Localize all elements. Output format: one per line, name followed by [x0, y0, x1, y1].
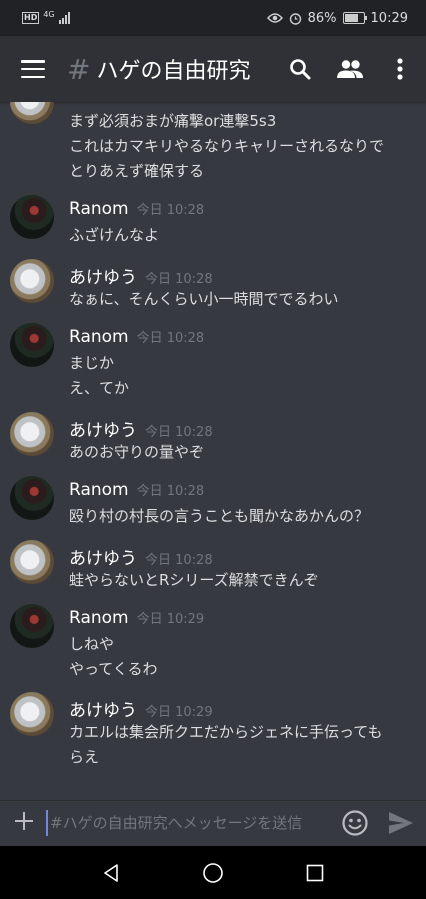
more-vertical-icon [397, 58, 403, 80]
message-timestamp: 今日 10:28 [136, 484, 205, 499]
message-timestamp: 今日 10:29 [145, 705, 213, 720]
message-author[interactable]: あけゆう 今日 10:29 [69, 696, 213, 721]
author-name: あけゆう [69, 421, 137, 441]
message-author[interactable]: Ranom 今日 10:28 [69, 480, 204, 500]
avatar[interactable] [10, 102, 54, 124]
hd-badge: HD [22, 12, 40, 24]
message-author[interactable]: あけゆう 今日 10:28 [69, 263, 213, 288]
search-button[interactable] [286, 55, 314, 83]
search-icon [290, 59, 311, 80]
message-timestamp: 今日 10:28 [145, 425, 213, 440]
recents-button[interactable] [300, 858, 330, 888]
back-icon [104, 863, 118, 882]
message-author[interactable]: あけゆう 今日 10:28 [69, 544, 213, 569]
battery-icon [342, 12, 367, 24]
home-icon [203, 862, 223, 883]
message-timestamp: 今日 10:28 [145, 553, 213, 568]
status-right: 86% 10:29 [266, 10, 408, 26]
avatar[interactable] [10, 476, 54, 520]
members-button[interactable] [336, 55, 364, 83]
author-name: Ranom [69, 327, 129, 347]
message-line: え、てか [69, 379, 130, 397]
message-line: これはカマキリやるなりキャリーされるなりで [69, 137, 385, 155]
message-line: あのお守りの量やぞ [69, 443, 205, 461]
network-type: 4G [43, 9, 55, 19]
message-line: まじか [69, 354, 115, 372]
members-icon [337, 60, 363, 78]
message-line: 殴り村の村長の言うことも聞かなあかんの？ [69, 507, 370, 525]
author-name: Ranom [69, 199, 129, 219]
channel-header: # ハゲの自由研究 [0, 36, 426, 102]
header-actions [286, 36, 414, 102]
system-nav-bar [0, 846, 426, 899]
menu-icon[interactable] [21, 60, 45, 78]
author-name: Ranom [69, 608, 129, 628]
avatar[interactable] [10, 412, 54, 456]
avatar[interactable] [10, 323, 54, 367]
avatar[interactable] [10, 604, 54, 648]
emoji-button[interactable] [341, 809, 369, 837]
message-line: とりあえず確保する [69, 162, 205, 180]
message-timestamp: 今日 10:28 [145, 272, 213, 287]
message-list[interactable]: まず必須おまが痛撃or連撃5s3 これはカマキリやるなりキャリーされるなりで と… [0, 102, 426, 800]
message-line: しねや [69, 635, 115, 653]
message-timestamp: 今日 10:28 [136, 203, 205, 218]
avatar[interactable] [10, 692, 54, 736]
message-line: なぁに、そんくらい小一時間ででるわい [69, 290, 339, 308]
emoji-icon [342, 810, 368, 836]
add-attachment-icon[interactable] [12, 809, 36, 833]
back-button[interactable] [96, 858, 126, 888]
alarm-icon [289, 12, 301, 25]
author-name: あけゆう [69, 701, 137, 721]
author-name: あけゆう [69, 268, 137, 288]
message-line: ふざけんなよ [69, 226, 160, 244]
message-author[interactable]: Ranom 今日 10:28 [69, 199, 204, 219]
message-timestamp: 今日 10:28 [136, 331, 205, 346]
message-composer [0, 800, 426, 846]
clock: 10:29 [370, 10, 408, 26]
home-button[interactable] [198, 858, 228, 888]
author-name: あけゆう [69, 549, 137, 569]
avatar[interactable] [10, 259, 54, 303]
avatar[interactable] [10, 195, 54, 239]
battery-percent: 86% [307, 10, 337, 26]
overflow-menu-button[interactable] [386, 55, 414, 83]
message-author[interactable]: Ranom 今日 10:28 [69, 327, 204, 347]
message-line: 蛙やらないとRシリーズ解禁できんぞ [69, 571, 319, 589]
send-button[interactable] [386, 809, 416, 837]
avatar[interactable] [10, 540, 54, 584]
message-author[interactable]: あけゆう 今日 10:28 [69, 416, 213, 441]
message-line: カエルは集会所クエだからジェネに手伝っても [69, 723, 383, 741]
channel-hash-icon: # [67, 52, 91, 86]
recents-icon [306, 864, 324, 881]
channel-title: ハゲの自由研究 [96, 59, 251, 84]
author-name: Ranom [69, 480, 129, 500]
message-timestamp: 今日 10:29 [136, 612, 205, 627]
message-line: らえ [69, 748, 100, 766]
status-bar: HD 4G 86% 10:29 [0, 0, 426, 36]
message-line: やってくるわ [69, 660, 158, 678]
signal-icon [58, 12, 70, 24]
message-line: まず必須おまが痛撃or連撃5s3 [69, 112, 277, 130]
message-author[interactable]: Ranom 今日 10:29 [69, 608, 204, 628]
status-left: HD 4G [22, 9, 70, 24]
eye-icon [266, 13, 283, 23]
message-input[interactable] [46, 810, 332, 836]
send-icon [389, 812, 413, 834]
